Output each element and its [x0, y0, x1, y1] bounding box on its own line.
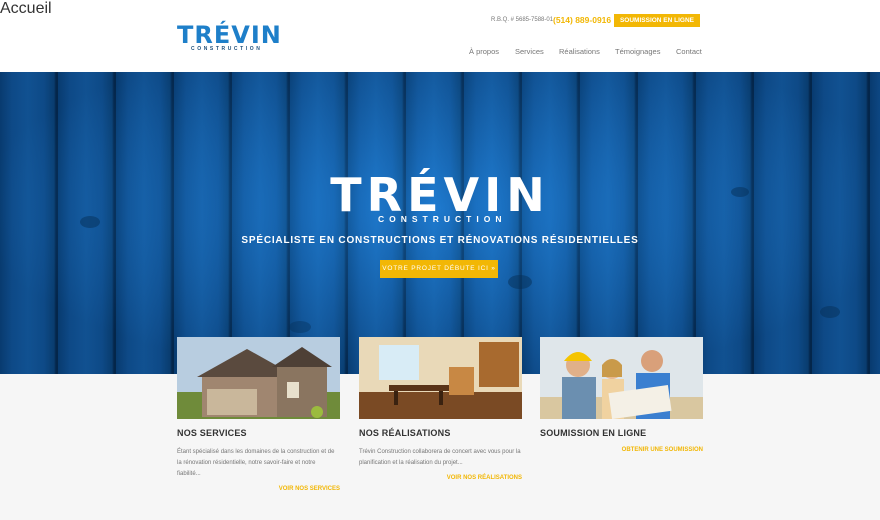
site-logo[interactable]: TRÉVIN CONSTRUCTION	[177, 22, 281, 54]
online-quote-button[interactable]: SOUMISSION EN LIGNE	[614, 14, 700, 27]
nav-item-contact[interactable]: Contact	[676, 47, 702, 56]
logo-wordmark: TRÉVIN	[177, 21, 282, 49]
get-quote-link[interactable]: OBTENIR UNE SOUMISSION	[540, 447, 703, 453]
nav-item-realisations[interactable]: Réalisations	[559, 47, 600, 56]
realisations-text: Trévin Construction collaborera de conce…	[359, 449, 521, 466]
site-header: TRÉVIN CONSTRUCTION R.B.Q. # 5685-7588-0…	[0, 0, 880, 72]
services-title: NOS SERVICES	[177, 428, 247, 438]
online-quote-title: SOUMISSION EN LIGNE	[540, 428, 647, 438]
see-services-link[interactable]: VOIR NOS SERVICES	[177, 486, 340, 492]
quote-image[interactable]	[540, 337, 703, 419]
realisations-image[interactable]	[359, 337, 522, 419]
services-image[interactable]	[177, 337, 340, 419]
hero-logo-subtitle: CONSTRUCTION	[378, 214, 507, 224]
start-project-button[interactable]: VOTRE PROJET DÉBUTE ICI »	[380, 260, 498, 278]
logo-subtitle: CONSTRUCTION	[191, 46, 263, 52]
realisations-title: NOS RÉALISATIONS	[359, 428, 451, 438]
main-nav: Accueil À propos Services Réalisations T…	[0, 0, 880, 56]
services-text: Étant spécialisé dans les domaines de la…	[177, 449, 335, 477]
hero-tagline: SPÉCIALISTE EN CONSTRUCTIONS ET RÉNOVATI…	[241, 235, 639, 246]
hero-logo-wordmark: TRÉVIN	[330, 168, 550, 222]
see-realisations-link[interactable]: VOIR NOS RÉALISATIONS	[359, 475, 522, 481]
hero-banner: TRÉVIN CONSTRUCTION SPÉCIALISTE EN CONST…	[0, 72, 880, 374]
nav-item-services[interactable]: Services	[515, 47, 544, 56]
nav-item-temoignages[interactable]: Témoignages	[615, 47, 660, 56]
phone-number[interactable]: (514) 889-0916	[553, 15, 611, 25]
rbq-license: R.B.Q. # 5685-7588-01	[491, 17, 554, 23]
nav-item-a-propos[interactable]: À propos	[469, 47, 499, 56]
nav-item-accueil[interactable]: Accueil	[0, 0, 52, 17]
